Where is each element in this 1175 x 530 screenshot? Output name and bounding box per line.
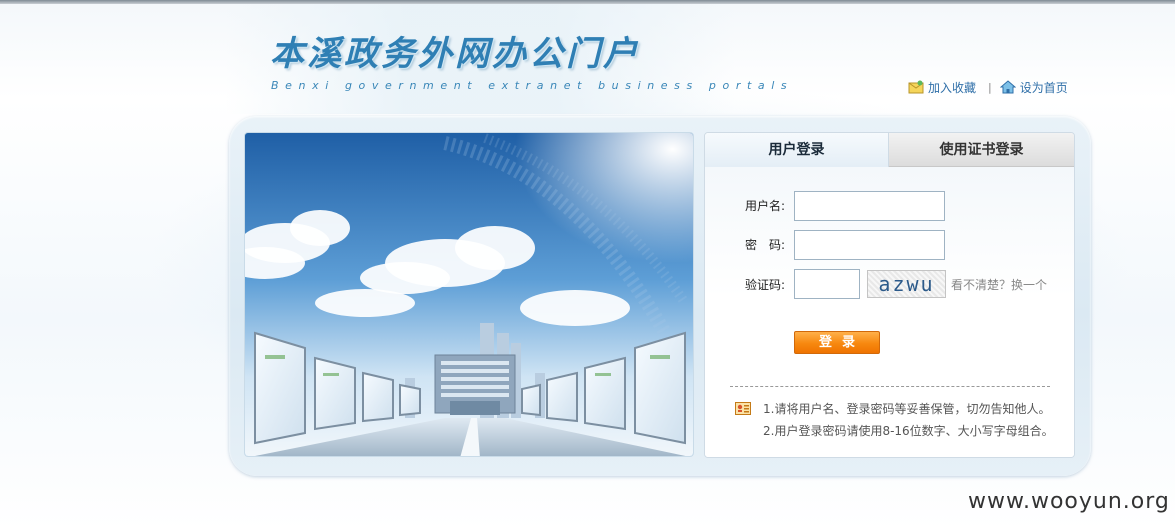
link-separator: | <box>988 80 992 94</box>
login-form: 用户名: 密 码: 验证码: azwu 看不清楚？换一个 登录 1.请将用户名、… <box>705 167 1074 457</box>
captcha-input[interactable] <box>794 269 860 299</box>
logo-title: 本溪政务外网办公门户 <box>270 34 640 74</box>
password-input[interactable] <box>794 230 945 260</box>
tab-user-login[interactable]: 用户登录 <box>705 133 889 167</box>
notes-divider <box>730 386 1050 387</box>
login-button[interactable]: 登录 <box>794 331 880 354</box>
tab-certificate-login[interactable]: 使用证书登录 <box>889 133 1074 167</box>
username-label: 用户名: <box>745 199 786 213</box>
login-tabs: 用户登录 使用证书登录 <box>705 133 1074 167</box>
captcha-refresh-link[interactable]: 看不清楚？换一个 <box>951 277 1047 293</box>
login-panel: 用户登录 使用证书登录 用户名: 密 码: 验证码: azwu 看不清楚？换一个… <box>704 132 1075 458</box>
password-label: 密 码: <box>745 238 786 252</box>
top-links: 加入收藏 | 设为首页 <box>908 78 1068 96</box>
captcha-label: 验证码: <box>745 278 786 292</box>
username-input[interactable] <box>794 191 945 221</box>
notice-icon <box>735 400 751 415</box>
logo-subtitle: Benxi government extranet business porta… <box>271 79 794 92</box>
watermark: www.wooyun.org <box>968 489 1170 514</box>
set-homepage-link[interactable]: 设为首页 <box>999 79 1068 96</box>
hero-image <box>244 132 694 457</box>
home-icon <box>999 80 1017 94</box>
add-favorite-link[interactable]: 加入收藏 <box>908 79 976 96</box>
set-homepage-label: 设为首页 <box>1019 80 1068 95</box>
bookmark-icon <box>908 80 924 94</box>
add-favorite-label: 加入收藏 <box>928 80 977 95</box>
captcha-image[interactable]: azwu <box>867 270 946 298</box>
note-line-2: 2.用户登录密码请使用8-16位数字、大小写字母组合。 <box>763 424 1054 438</box>
note-line-1: 1.请将用户名、登录密码等妥善保管，切勿告知他人。 <box>763 402 1051 416</box>
